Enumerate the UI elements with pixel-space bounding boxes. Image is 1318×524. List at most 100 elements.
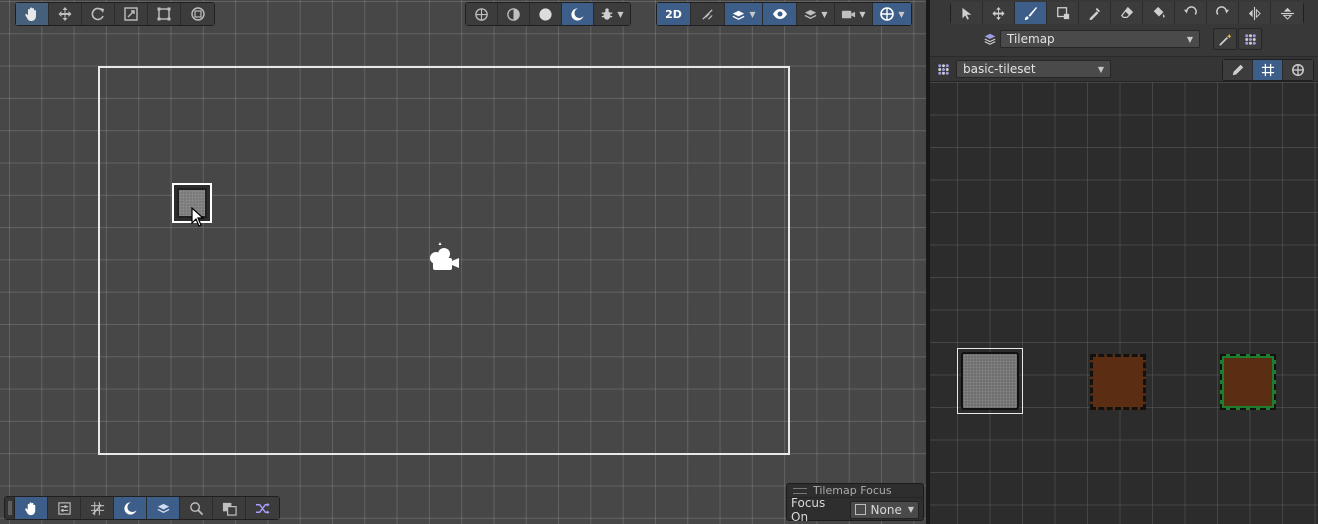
tiles-icon [222,502,237,516]
rotate-ccw-button[interactable] [1175,2,1207,24]
flip-x-button[interactable] [1239,2,1271,24]
rotate-ccw-icon [1183,5,1197,15]
layers-icon [157,503,169,513]
select-tool-button[interactable] [951,2,983,24]
gizmo-globe-icon [1292,64,1304,76]
scale-tool-button[interactable] [115,3,148,25]
gizmos-debug-button[interactable]: ▼ [594,3,630,25]
palette-name: basic-tileset [963,62,1036,76]
eraser-icon [1120,6,1133,18]
tilemap-focus-overlay: Tilemap Focus Focus On None ▼ [786,483,924,524]
picker-tool-button[interactable] [1079,2,1111,24]
toggle-grid-button[interactable] [1253,60,1283,80]
chevron-down-icon: ▼ [617,9,624,19]
palette-gizmos-button[interactable] [1283,60,1313,80]
palette-header: basic-tileset ▼ [930,56,1318,82]
move-tool-button[interactable] [983,2,1015,24]
flip-horizontal-icon [1248,6,1261,20]
chevron-down-icon: ▼ [907,505,914,514]
overlay-hand-button[interactable] [15,497,48,519]
palette-dropdown[interactable]: basic-tileset ▼ [956,60,1111,78]
layers-icon [805,9,817,19]
active-tilemap-value: Tilemap [1007,32,1055,46]
audio-toggle-button[interactable] [691,3,725,25]
tile-palette-settings-button[interactable] [1238,28,1262,50]
flip-vertical-icon [1280,7,1294,20]
eye-icon [772,9,787,19]
focus-on-row: Focus On None ▼ [787,495,923,524]
overlay-orientation-button[interactable] [114,497,147,519]
stone-tile[interactable] [961,352,1019,410]
flood-fill-tool-button[interactable] [1143,2,1175,24]
drag-handle-icon [793,487,807,494]
grid-icon [1261,63,1274,77]
scene-visibility-button[interactable] [763,3,797,25]
view-options-toolbar: 2D ▼ ▼ ▼ ▼ [656,2,912,26]
pivot-icon [507,7,520,21]
dirt-tile[interactable] [1090,354,1146,410]
focus-on-label: Focus On [791,495,826,524]
rotate-cw-button[interactable] [1207,2,1239,24]
sliders-icon [57,501,71,515]
overlay-layers-button[interactable] [147,497,180,519]
transform-icon [190,7,205,21]
overlay-tiles-button[interactable] [213,497,246,519]
tile-brush-button[interactable] [1213,28,1237,50]
chevron-down-icon: ▼ [859,9,866,19]
tile-palette-icon [938,64,949,75]
move-arrows-icon [58,7,72,21]
transform-tools-toolbar [15,2,215,26]
palette-grid-icon [1244,33,1256,45]
eraser-tool-button[interactable] [1111,2,1143,24]
toggle-2d-button[interactable]: 2D [657,3,691,25]
active-tilemap-dropdown[interactable]: Tilemap ▼ [1000,30,1200,48]
flip-y-button[interactable] [1271,2,1303,24]
rotate-tool-button[interactable] [82,3,115,25]
grass-tile[interactable] [1220,354,1276,410]
rect-transform-icon [157,7,171,21]
paint-brush-icon [1024,6,1038,20]
palette-tile-grid[interactable] [930,82,1318,524]
tile-palette-panel: Tilemap ▼ basic-tileset ▼ [930,0,1318,524]
box-fill-tool-button[interactable] [1047,2,1079,24]
sorting-layers-button[interactable]: ▼ [797,3,835,25]
camera-settings-button[interactable]: ▼ [835,3,873,25]
pivot-toggle-button[interactable] [498,3,530,25]
overlay-search-button[interactable] [180,497,213,519]
drag-handle[interactable] [5,497,15,519]
effects-toggle-button[interactable]: ▼ [725,3,763,25]
draw-mode-toolbar: ▼ [465,2,631,26]
move-tool-button[interactable] [49,3,82,25]
global-toggle-button[interactable] [466,3,498,25]
lighting-mode-button[interactable] [562,3,594,25]
search-icon [189,501,203,515]
rotate-icon [91,7,104,21]
paint-brush-tool-button[interactable] [1015,2,1047,24]
hand-icon [24,501,35,515]
gizmo-globe-icon [880,7,895,21]
select-arrow-icon [962,7,972,20]
focus-on-value: None [870,502,902,517]
overlay-settings-button[interactable] [48,497,81,519]
transform-tool-button[interactable] [181,3,214,25]
edit-palette-button[interactable] [1223,60,1253,80]
scale-icon [124,7,138,21]
focus-box-icon [854,504,866,515]
magic-wand-icon [1218,33,1232,46]
gizmos-button[interactable]: ▼ [873,3,911,25]
scene-view[interactable]: ▼ 2D ▼ ▼ ▼ ▼ Tilemap Focus Focus On None… [0,0,926,524]
debug-bug-icon [602,8,613,20]
overlay-grid-button[interactable] [81,497,114,519]
effects-layers-icon [733,10,745,20]
palette-tools-toolbar [950,2,1304,24]
shaded-sphere-icon [539,7,552,21]
hand-tool-button[interactable] [16,3,49,25]
pencil-icon [1232,64,1243,76]
shaded-mode-button[interactable] [530,3,562,25]
focus-on-dropdown[interactable]: None ▼ [849,500,919,519]
rect-tool-button[interactable] [148,3,181,25]
box-fill-icon [1056,7,1069,20]
video-camera-icon [842,10,856,18]
overlay-shuffle-button[interactable] [246,497,279,519]
audio-muted-icon [702,8,713,20]
